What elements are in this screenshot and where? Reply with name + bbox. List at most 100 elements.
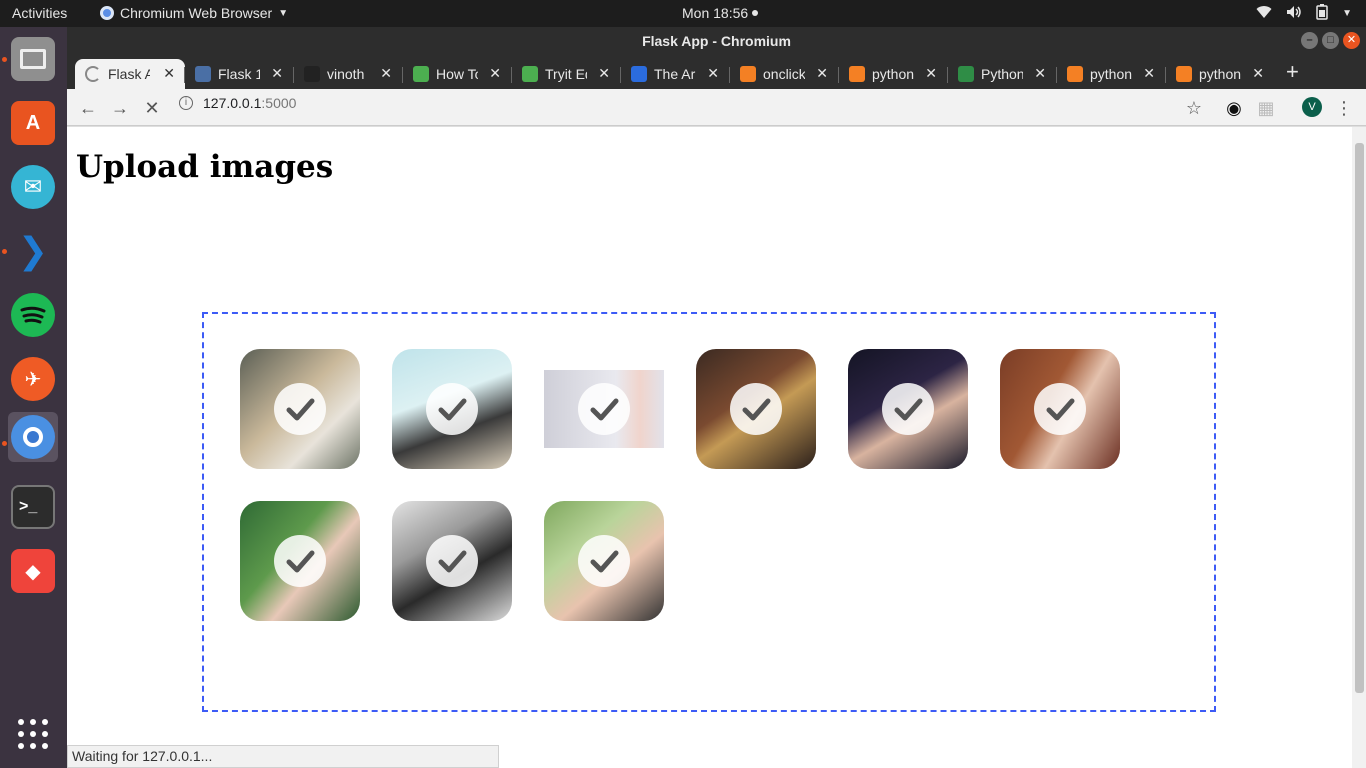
url-text: 127.0.0.1:5000: [203, 95, 296, 111]
browser-tab[interactable]: python ✕: [1166, 59, 1274, 89]
uploaded-image-thumbnail[interactable]: [240, 501, 360, 621]
close-tab-icon[interactable]: ✕: [1143, 65, 1155, 82]
uploaded-image-thumbnail[interactable]: [544, 501, 664, 621]
show-applications-button[interactable]: [8, 709, 58, 759]
maximize-button[interactable]: □: [1322, 32, 1339, 49]
tab-title: Tryit Ed: [545, 66, 587, 82]
dock-software[interactable]: A: [8, 98, 58, 148]
window-controls: – □ ✕: [1301, 32, 1360, 49]
dock-spotify[interactable]: [8, 290, 58, 340]
browser-tab[interactable]: Tryit Ed ✕: [512, 59, 620, 89]
vscode-icon: ❯: [17, 230, 49, 271]
hexagon-icon: [195, 66, 211, 82]
mail-icon: ✉: [11, 165, 55, 209]
close-tab-icon[interactable]: ✕: [816, 65, 828, 82]
stackoverflow-icon: [849, 66, 865, 82]
close-tab-icon[interactable]: ✕: [925, 65, 937, 82]
close-tab-icon[interactable]: ✕: [380, 65, 392, 82]
system-tray[interactable]: ▼: [1256, 4, 1352, 23]
browser-tab[interactable]: python ✕: [1057, 59, 1165, 89]
uploaded-image-thumbnail[interactable]: [240, 349, 360, 469]
close-tab-icon[interactable]: ✕: [1252, 65, 1264, 82]
browser-tab[interactable]: How To ✕: [403, 59, 511, 89]
checkmark-icon: [730, 383, 782, 435]
eye-icon[interactable]: ◉: [1221, 95, 1247, 121]
uploaded-image-thumbnail[interactable]: [1000, 349, 1120, 469]
window-title: Flask App - Chromium: [642, 33, 791, 49]
profile-avatar[interactable]: V: [1302, 97, 1322, 117]
tab-title: python: [1199, 66, 1241, 82]
tab-title: Python: [981, 66, 1023, 82]
new-tab-button[interactable]: +: [1286, 59, 1299, 85]
dock-postman[interactable]: ✈: [8, 354, 58, 404]
app-menu[interactable]: Chromium Web Browser ▼: [100, 5, 288, 21]
battery-icon[interactable]: [1316, 4, 1328, 23]
uploaded-image-thumbnail[interactable]: [392, 501, 512, 621]
dock-files[interactable]: [8, 34, 58, 84]
close-tab-icon[interactable]: ✕: [598, 65, 610, 82]
browser-tab[interactable]: Flask A ✕: [75, 59, 185, 89]
running-indicator: [2, 57, 7, 62]
browser-window: Flask App - Chromium – □ ✕ + Flask A ✕ Fla…: [67, 27, 1366, 768]
extension-icon[interactable]: ▦: [1253, 95, 1279, 121]
checkmark-icon: [274, 383, 326, 435]
browser-tab[interactable]: The Ar ✕: [621, 59, 729, 89]
vertical-scrollbar[interactable]: [1352, 127, 1366, 768]
h-icon: [631, 66, 647, 82]
browser-tab[interactable]: onclick ✕: [730, 59, 838, 89]
spinner-icon: [85, 66, 101, 82]
close-tab-icon[interactable]: ✕: [489, 65, 501, 82]
stop-loading-button[interactable]: ✕: [139, 95, 165, 121]
more-menu-icon[interactable]: ⋮: [1331, 95, 1357, 121]
scrollbar-thumb[interactable]: [1355, 143, 1364, 693]
wifi-icon[interactable]: [1256, 5, 1272, 22]
tab-strip: + Flask A✕Flask 1✕vinoth✕How To✕Tryit Ed…: [67, 55, 1366, 89]
browser-tab[interactable]: Flask 1 ✕: [185, 59, 293, 89]
chevron-down-icon[interactable]: ▼: [1342, 8, 1352, 19]
window-titlebar[interactable]: Flask App - Chromium – □ ✕: [67, 27, 1366, 55]
tab-separator: [293, 67, 294, 83]
close-tab-icon[interactable]: ✕: [163, 65, 175, 82]
close-tab-icon[interactable]: ✕: [707, 65, 719, 82]
browser-tab[interactable]: Python ✕: [948, 59, 1056, 89]
activities-button[interactable]: Activities: [12, 5, 67, 21]
clock[interactable]: Mon 18:56: [682, 5, 759, 21]
tab-separator: [184, 67, 185, 83]
upload-dropzone[interactable]: [202, 312, 1216, 712]
uploaded-image-thumbnail[interactable]: [848, 349, 968, 469]
bookmark-star-icon[interactable]: ☆: [1181, 95, 1207, 121]
browser-tab[interactable]: python ✕: [839, 59, 947, 89]
dock-mail[interactable]: ✉: [8, 162, 58, 212]
w3-icon: [522, 66, 538, 82]
browser-tab[interactable]: vinoth ✕: [294, 59, 402, 89]
postman-icon: ✈: [11, 357, 55, 401]
address-bar[interactable]: i 127.0.0.1:5000: [179, 95, 296, 111]
dock-terminal[interactable]: >_: [8, 482, 58, 532]
info-icon[interactable]: i: [179, 96, 193, 110]
minimize-button[interactable]: –: [1301, 32, 1318, 49]
forward-button[interactable]: →: [107, 95, 133, 121]
back-button[interactable]: ←: [75, 95, 101, 121]
close-tab-icon[interactable]: ✕: [271, 65, 283, 82]
app-grid-icon: [18, 719, 48, 749]
checkmark-icon: [426, 535, 478, 587]
checkmark-icon: [578, 383, 630, 435]
browser-toolbar: ← → ✕ i 127.0.0.1:5000 ☆ ◉ ▦ V ⋮: [67, 89, 1366, 126]
tab-title: Flask A: [108, 66, 150, 82]
tab-title: The Ar: [654, 66, 696, 82]
uploaded-image-thumbnail[interactable]: [696, 349, 816, 469]
file-cabinet-icon: [11, 37, 55, 81]
dock-chromium[interactable]: [8, 412, 58, 462]
tab-title: python: [872, 66, 914, 82]
chromium-small-icon: [100, 6, 114, 20]
dock-anydesk[interactable]: ◆: [8, 546, 58, 596]
uploaded-image-thumbnail[interactable]: [544, 370, 664, 448]
uploaded-image-thumbnail[interactable]: [392, 349, 512, 469]
close-window-button[interactable]: ✕: [1343, 32, 1360, 49]
spotify-icon: [11, 293, 55, 337]
close-tab-icon[interactable]: ✕: [1034, 65, 1046, 82]
dock-vscode[interactable]: ❯: [8, 226, 58, 276]
volume-icon[interactable]: [1286, 5, 1302, 22]
ubuntu-dock: A ✉ ❯ ✈ >_ ◆: [0, 27, 67, 768]
checkmark-icon: [274, 535, 326, 587]
